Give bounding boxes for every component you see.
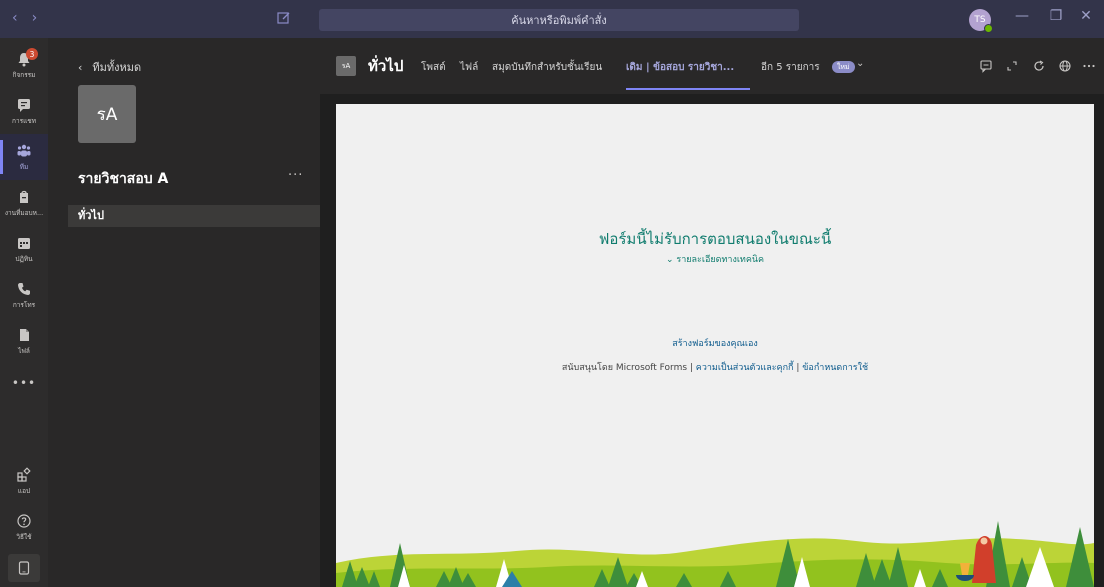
help-icon	[17, 513, 31, 528]
rail-label-calendar: ปฏิทิน	[15, 254, 33, 263]
rail-label-help: วิธีใช้	[16, 532, 32, 541]
active-tab-indicator	[626, 88, 750, 90]
device-button[interactable]	[8, 554, 40, 582]
tab-more[interactable]: อีก 5 รายการ	[761, 60, 820, 75]
minimize-button[interactable]: —	[1012, 8, 1032, 24]
rail-item-calls[interactable]: การโทร	[0, 272, 48, 318]
avatar-initials: TS	[974, 15, 986, 25]
refresh-icon[interactable]	[1032, 59, 1046, 73]
user-avatar[interactable]: TS	[969, 9, 993, 33]
compose-icon[interactable]	[276, 10, 292, 26]
channel-team-tile: รA	[336, 56, 356, 76]
technical-details-toggle[interactable]: ⌄ รายละเอียดทางเทคนิค	[336, 252, 1094, 266]
team-name: รายวิชาสอบ A	[78, 171, 169, 187]
rail-item-chat[interactable]: การแชท	[0, 88, 48, 134]
all-teams-back-link[interactable]: ‹ ทีมทั้งหมด	[78, 58, 141, 76]
rail-label-chat: การแชท	[12, 116, 36, 125]
rail-item-calendar[interactable]: ปฏิทิน	[0, 226, 48, 272]
terms-link[interactable]: ข้อกำหนดการใช้	[802, 363, 868, 373]
back-arrow-icon[interactable]: ‹	[12, 10, 18, 26]
search-input[interactable]: ค้นหาหรือพิมพ์คำสั่ง	[319, 9, 799, 31]
team-tile: รA	[78, 85, 136, 143]
presence-dot	[984, 24, 993, 33]
close-button[interactable]: ✕	[1076, 8, 1096, 24]
rail-item-help[interactable]: วิธีใช้	[0, 504, 48, 550]
teams-icon	[17, 144, 31, 156]
rail-label-teams: ทีม	[19, 162, 29, 171]
forms-footer: สนับสนุนโดย Microsoft Forms | ความเป็นส่…	[336, 360, 1094, 374]
rail-label-apps: แอป	[17, 486, 31, 495]
file-icon	[20, 328, 29, 341]
rail-more-button[interactable]: •••	[0, 360, 48, 406]
rail-label-files: ไฟล์	[18, 346, 30, 355]
channel-title: ทั่วไป	[368, 57, 404, 75]
privacy-link[interactable]: ความเป็นส่วนตัวและคุกกี้	[696, 363, 794, 373]
title-bar: ‹ › ค้นหาหรือพิมพ์คำสั่ง TS — ❐ ✕	[0, 0, 1104, 38]
back-chevron-icon: ‹	[78, 60, 83, 74]
tech-details-label: รายละเอียดทางเทคนิค	[676, 255, 765, 265]
rail-item-teams[interactable]: ทีม	[0, 134, 48, 180]
tab-forms[interactable]: เดิม | ข้อสอบ รายวิชา...	[626, 60, 734, 75]
powered-by-text: สนับสนุนโดย Microsoft Forms |	[561, 363, 693, 373]
forest-landscape-illustration	[336, 521, 1094, 587]
conversation-icon[interactable]	[979, 59, 993, 73]
team-panel: ‹ ทีมทั้งหมด รA รายวิชาสอบ A ··· ทั่วไป	[48, 38, 320, 587]
nav-arrows: ‹ ›	[12, 10, 37, 26]
rail-label-assignments: งานที่มอบห...	[4, 208, 44, 217]
activity-badge: 3	[26, 48, 38, 60]
tab-posts[interactable]: โพสต์	[421, 60, 446, 75]
rail-item-files[interactable]: ไฟล์	[0, 318, 48, 364]
team-more-button[interactable]: ···	[288, 168, 303, 183]
more-icon: •••	[11, 376, 37, 390]
tab-class-notebook[interactable]: สมุดบันทึกสำหรับชั้นเรียน	[492, 60, 602, 75]
calendar-icon	[18, 237, 30, 249]
rail-item-activity[interactable]: 3 กิจกรรม	[0, 42, 48, 88]
expand-icon[interactable]	[1005, 59, 1019, 73]
forms-content: ฟอร์มนี้ไม่รับการตอบสนองในขณะนี้ ⌄ รายละ…	[336, 104, 1094, 587]
app-rail: 3 กิจกรรม การแชท ทีม งานที่มอบห... ปฏิทิ…	[0, 38, 48, 587]
create-form-link[interactable]: สร้างฟอร์มของคุณเอง	[336, 336, 1094, 350]
teams-window: ‹ › ค้นหาหรือพิมพ์คำสั่ง TS — ❐ ✕ 3 กิจก…	[0, 0, 1104, 587]
channel-header: รA ทั่วไป โพสต์ ไฟล์ สมุดบันทึกสำหรับชั้…	[320, 38, 1104, 94]
more-options-icon[interactable]	[1082, 59, 1096, 73]
rail-label-activity: กิจกรรม	[12, 70, 36, 79]
chat-icon	[18, 98, 30, 112]
form-closed-message: ฟอร์มนี้ไม่รับการตอบสนองในขณะนี้	[598, 230, 832, 248]
forward-arrow-icon[interactable]: ›	[32, 10, 38, 26]
chevron-down-icon[interactable]: ⌄	[856, 58, 864, 69]
device-icon	[18, 561, 30, 575]
rail-label-calls: การโทร	[12, 300, 36, 309]
assignments-icon	[20, 190, 28, 203]
maximize-button[interactable]: ❐	[1046, 8, 1066, 24]
back-label: ทีมทั้งหมด	[92, 61, 142, 74]
tech-chevron-icon: ⌄	[665, 255, 674, 265]
new-badge: ใหม่	[832, 61, 855, 73]
tab-files[interactable]: ไฟล์	[460, 60, 478, 75]
apps-icon	[17, 466, 31, 482]
phone-icon	[18, 282, 30, 295]
footer-separator: |	[796, 363, 800, 373]
globe-icon[interactable]	[1058, 59, 1072, 73]
rail-item-apps[interactable]: แอป	[0, 458, 48, 504]
channel-item-general[interactable]: ทั่วไป	[68, 205, 320, 227]
rail-item-assignments[interactable]: งานที่มอบห...	[0, 180, 48, 226]
